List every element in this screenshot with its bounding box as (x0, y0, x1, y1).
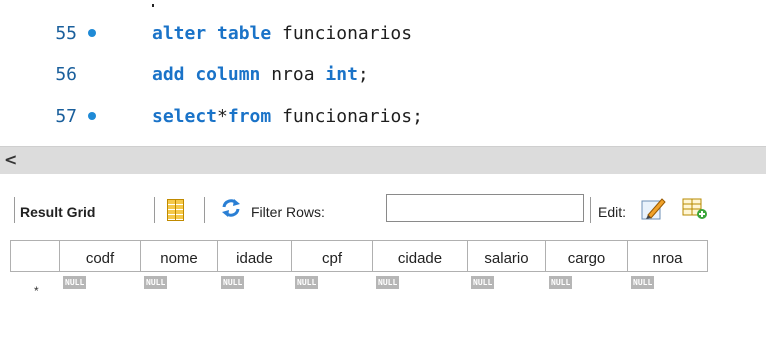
cell-null-cidade[interactable]: NULL (376, 276, 400, 289)
column-header-idade[interactable]: idade (218, 240, 292, 272)
sql-editor[interactable]: 55 alter table funcionarios 56 add colum… (0, 0, 766, 146)
edit-label: Edit: (598, 204, 627, 220)
cell-null-cargo[interactable]: NULL (549, 276, 573, 289)
toolbar-divider (204, 197, 205, 223)
toolbar-divider (154, 197, 155, 223)
result-toolbar: Result Grid Filter Rows: Edit: (0, 192, 766, 236)
refresh-icon[interactable] (220, 197, 242, 219)
code-text: alter table funcionarios (152, 23, 413, 44)
column-header-cargo[interactable]: cargo (546, 240, 628, 272)
filter-rows-label: Filter Rows: (251, 204, 325, 220)
new-row-marker-icon: * (34, 284, 39, 298)
code-line-57[interactable]: 57 select*from funcionarios; (0, 98, 766, 136)
cell-null-nome[interactable]: NULL (144, 276, 168, 289)
scroll-left-icon[interactable]: < (4, 149, 17, 171)
code-line-55[interactable]: 55 alter table funcionarios (0, 15, 766, 53)
column-header-codf[interactable]: codf (60, 240, 141, 272)
code-text: select*from funcionarios; (152, 106, 423, 127)
line-number: 56 (55, 64, 77, 85)
column-header-nome[interactable]: nome (141, 240, 218, 272)
code-text: add column nroa int; (152, 64, 369, 85)
statement-marker-icon (88, 112, 96, 120)
edit-pencil-icon[interactable] (640, 195, 666, 221)
column-header-cidade[interactable]: cidade (373, 240, 468, 272)
result-grid-tab[interactable]: Result Grid (20, 204, 95, 220)
code-line-56[interactable]: 56 add column nroa int; (0, 56, 766, 94)
add-row-icon[interactable] (682, 197, 708, 221)
line-number: 57 (55, 106, 77, 127)
horizontal-scrollbar[interactable]: < (0, 146, 766, 174)
text-caret (152, 4, 154, 7)
toolbar-divider (14, 197, 15, 223)
result-grid[interactable]: codf nome idade cpf cidade salario cargo… (10, 240, 766, 363)
cell-null-idade[interactable]: NULL (221, 276, 245, 289)
filter-rows-input[interactable] (386, 194, 584, 222)
row-header-corner (10, 240, 60, 272)
statement-marker-icon (88, 29, 96, 37)
cell-null-nroa[interactable]: NULL (631, 276, 655, 289)
cell-null-salario[interactable]: NULL (471, 276, 495, 289)
line-number: 55 (55, 23, 77, 44)
cell-null-cpf[interactable]: NULL (295, 276, 319, 289)
column-header-cpf[interactable]: cpf (292, 240, 373, 272)
column-header-nroa[interactable]: nroa (628, 240, 708, 272)
toolbar-divider (590, 197, 591, 223)
grid-layout-icon[interactable] (167, 199, 184, 221)
column-header-salario[interactable]: salario (468, 240, 546, 272)
cell-null-codf[interactable]: NULL (63, 276, 87, 289)
